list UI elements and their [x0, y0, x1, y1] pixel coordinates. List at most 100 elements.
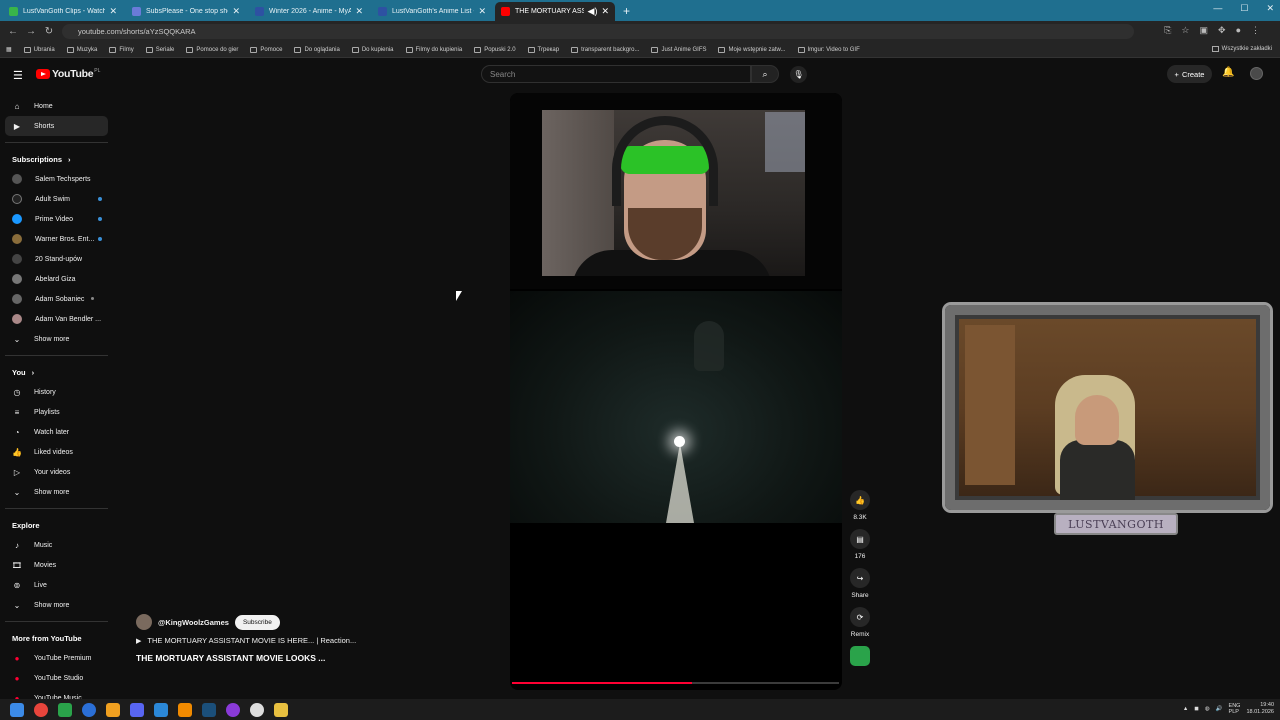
- app-icon[interactable]: [154, 702, 168, 717]
- bookmark-star-icon[interactable]: ☆: [1181, 25, 1189, 36]
- extension-icon[interactable]: ▣: [1200, 25, 1209, 36]
- browser-tab-active[interactable]: THE MORTUARY ASSISTAN◀)✕: [495, 2, 615, 21]
- search-input[interactable]: Search: [481, 65, 751, 83]
- sidebar-subscription[interactable]: Prime Video: [5, 209, 108, 229]
- app-icon[interactable]: [58, 702, 72, 717]
- sidebar-subscription[interactable]: Adult Swim: [5, 189, 108, 209]
- app-icon[interactable]: [82, 702, 96, 717]
- show-more-you[interactable]: ⌄ Show more: [5, 482, 108, 502]
- show-more-subscriptions[interactable]: ⌄ Show more: [5, 329, 108, 349]
- bookmark-link[interactable]: Imgur: Video to GIF: [797, 46, 860, 53]
- related-video-link[interactable]: ▶ THE MORTUARY ASSISTANT MOVIE IS HERE..…: [136, 636, 436, 645]
- subscribe-button[interactable]: Subscribe: [234, 614, 280, 630]
- channel-name[interactable]: @KingWoolzGames: [158, 618, 229, 627]
- sidebar-subscription[interactable]: Adam Sobaniec: [5, 289, 108, 309]
- like-button[interactable]: 👍: [850, 490, 870, 510]
- sidebar-subscription[interactable]: 20 Stand-upów: [5, 249, 108, 269]
- bookmark-folder[interactable]: Filmy do kupienia: [405, 46, 462, 53]
- chrome-icon[interactable]: [34, 702, 48, 717]
- browser-tab[interactable]: LustVanGoth Clips - Watch Live✕: [3, 2, 123, 21]
- bookmark-folder[interactable]: Ubrania: [23, 46, 55, 53]
- voice-search-button[interactable]: 🎙: [790, 66, 807, 83]
- sidebar-subscription[interactable]: Adam Van Bendler ...: [5, 309, 108, 329]
- audio-icon[interactable]: ◀): [588, 6, 598, 17]
- close-tab-icon[interactable]: ✕: [355, 6, 363, 17]
- steam-icon[interactable]: [202, 702, 216, 717]
- close-tab-icon[interactable]: ✕: [601, 6, 609, 17]
- language-indicator[interactable]: ENG PLP: [1229, 703, 1241, 715]
- notifications-bell-icon[interactable]: 🔔: [1222, 67, 1234, 78]
- close-tab-icon[interactable]: ✕: [109, 6, 117, 17]
- remix-button[interactable]: ⟳: [850, 607, 870, 627]
- bookmark-link[interactable]: Moje wstępnie zatw...: [718, 46, 786, 53]
- app-icon[interactable]: [106, 702, 120, 717]
- sidebar-subscription[interactable]: Salem Techsperts: [5, 169, 108, 189]
- bookmark-folder[interactable]: Do oglądania: [294, 46, 340, 53]
- app-icon[interactable]: [226, 702, 240, 717]
- sidebar-item-home[interactable]: ⌂ Home: [5, 96, 108, 116]
- extensions-puzzle-icon[interactable]: ✥: [1218, 25, 1226, 36]
- sound-source-avatar[interactable]: [850, 646, 870, 666]
- bookmark-link[interactable]: transparent backgro...: [571, 46, 639, 53]
- browser-tab[interactable]: LustVanGoth's Anime List - My✕: [372, 2, 492, 21]
- install-icon[interactable]: ⎘: [1164, 25, 1171, 36]
- search-button[interactable]: ⌕: [751, 65, 779, 83]
- sidebar-item-your-videos[interactable]: ▷ Your videos: [5, 462, 108, 482]
- tray-icon[interactable]: ◼: [1194, 706, 1199, 712]
- sidebar-item-live[interactable]: ⊚ Live: [5, 575, 108, 595]
- vlc-icon[interactable]: [178, 702, 192, 717]
- new-tab-button[interactable]: +: [623, 4, 630, 18]
- bookmark-folder[interactable]: Pomoce do gier: [186, 46, 238, 53]
- bookmark-folder[interactable]: Seriale: [145, 46, 174, 53]
- sidebar-item-youtube-studio[interactable]: ● YouTube Studio: [5, 668, 108, 688]
- reload-icon[interactable]: ↻: [44, 26, 54, 37]
- all-bookmarks[interactable]: Wszystkie zakładki: [1211, 46, 1272, 52]
- comment-button[interactable]: ▤: [850, 529, 870, 549]
- sidebar-subscription[interactable]: Warner Bros. Ent...: [5, 229, 108, 249]
- short-video-player[interactable]: [510, 93, 842, 690]
- clock[interactable]: 19:40 18.01.2026: [1246, 702, 1274, 716]
- share-button[interactable]: ↪: [850, 568, 870, 588]
- sidebar-item-liked-videos[interactable]: 👍 Liked videos: [5, 442, 108, 462]
- discord-icon[interactable]: [130, 702, 144, 717]
- apps-grid-icon[interactable]: ▦: [6, 46, 12, 53]
- bookmark-link[interactable]: Just Anime GIFS: [651, 46, 706, 53]
- forward-icon[interactable]: →: [26, 26, 36, 37]
- show-more-explore[interactable]: ⌄ Show more: [5, 595, 108, 615]
- start-icon[interactable]: [10, 702, 24, 717]
- bookmark-link[interactable]: Popuski 2.0: [474, 46, 516, 53]
- maximize-icon[interactable]: ☐: [1240, 3, 1248, 14]
- obs-icon[interactable]: [250, 702, 264, 717]
- back-icon[interactable]: ←: [8, 26, 18, 37]
- sidebar-item-playlists[interactable]: ≡ Playlists: [5, 402, 108, 422]
- sidebar-item-watch-later[interactable]: ◔ Watch later: [5, 422, 108, 442]
- sidebar-item-history[interactable]: ◷ History: [5, 382, 108, 402]
- minimize-icon[interactable]: —: [1213, 3, 1222, 14]
- bookmark-folder[interactable]: Do kupienia: [351, 46, 394, 53]
- sidebar-item-shorts[interactable]: ▶ Shorts: [5, 116, 108, 136]
- bookmark-folder[interactable]: Filmy: [109, 46, 134, 53]
- close-tab-icon[interactable]: ✕: [232, 6, 240, 17]
- hamburger-menu-icon[interactable]: ☰: [13, 69, 23, 82]
- video-progress-bar[interactable]: [512, 682, 839, 684]
- bookmark-folder[interactable]: Muzyka: [66, 46, 97, 53]
- short-title[interactable]: THE MORTUARY ASSISTANT MOVIE LOOKS ...: [136, 653, 436, 663]
- url-input[interactable]: youtube.com/shorts/aYzSQQKARA: [62, 24, 1134, 39]
- close-tab-icon[interactable]: ✕: [478, 6, 486, 17]
- youtube-logo[interactable]: YouTube PL: [36, 68, 100, 80]
- account-avatar[interactable]: [1250, 67, 1263, 80]
- close-window-icon[interactable]: ✕: [1266, 3, 1274, 14]
- bookmark-folder[interactable]: Pomoce: [250, 46, 282, 53]
- volume-icon[interactable]: 🔊: [1216, 706, 1223, 712]
- sidebar-item-music[interactable]: ♪ Music: [5, 535, 108, 555]
- profile-icon[interactable]: ●: [1236, 25, 1241, 36]
- sidebar-item-youtube-premium[interactable]: ● YouTube Premium: [5, 648, 108, 668]
- bookmark-link[interactable]: Trpeкар: [527, 46, 559, 53]
- you-heading[interactable]: You ›: [0, 362, 115, 382]
- tray-icon[interactable]: ▲: [1183, 706, 1188, 712]
- channel-avatar[interactable]: [136, 614, 152, 630]
- browser-tab[interactable]: Winter 2026 - Anime - MyAnim✕: [249, 2, 369, 21]
- menu-dots-icon[interactable]: ⋮: [1251, 25, 1260, 36]
- file-explorer-icon[interactable]: [274, 702, 288, 717]
- subscriptions-heading[interactable]: Subscriptions ›: [0, 149, 115, 169]
